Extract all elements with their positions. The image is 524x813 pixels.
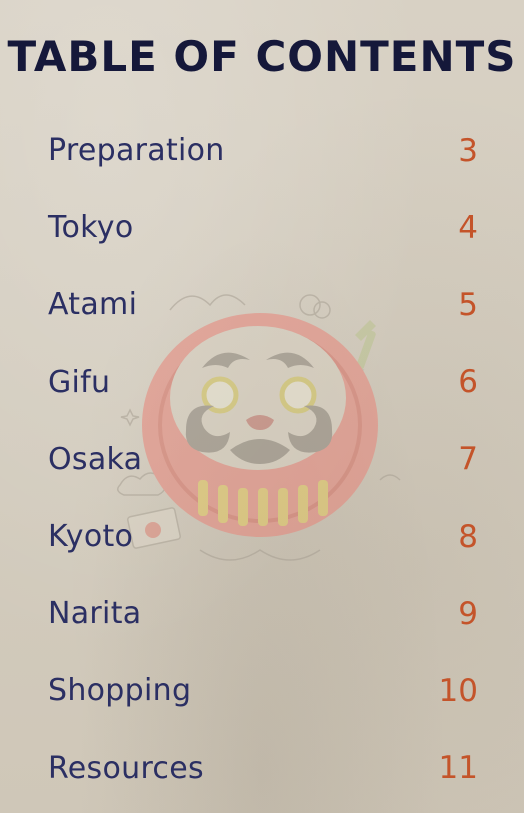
toc-item-page-number: 10 xyxy=(438,672,478,709)
toc-item-narita[interactable]: Narita 9 xyxy=(48,575,478,652)
toc-item-tokyo[interactable]: Tokyo 4 xyxy=(48,189,478,266)
toc-item-resources[interactable]: Resources 11 xyxy=(48,730,478,807)
page-title: TABLE OF CONTENTS xyxy=(7,32,517,81)
toc-item-page-number: 5 xyxy=(458,286,478,323)
table-of-contents: Preparation 3 Tokyo 4 Atami 5 Gifu 6 Osa… xyxy=(48,112,478,807)
toc-item-shopping[interactable]: Shopping 10 xyxy=(48,652,478,729)
toc-item-preparation[interactable]: Preparation 3 xyxy=(48,112,478,189)
toc-item-gifu[interactable]: Gifu 6 xyxy=(48,344,478,421)
toc-item-label: Narita xyxy=(48,596,142,632)
toc-item-page-number: 4 xyxy=(458,209,478,246)
toc-item-page-number: 9 xyxy=(458,595,478,632)
toc-item-label: Tokyo xyxy=(48,210,134,246)
toc-item-label: Atami xyxy=(48,287,138,323)
toc-item-label: Preparation xyxy=(48,133,225,169)
toc-item-label: Shopping xyxy=(48,673,192,709)
toc-item-osaka[interactable]: Osaka 7 xyxy=(48,421,478,498)
toc-item-kyoto[interactable]: Kyoto 8 xyxy=(48,498,478,575)
toc-item-atami[interactable]: Atami 5 xyxy=(48,266,478,343)
toc-item-label: Osaka xyxy=(48,441,143,477)
toc-item-page-number: 3 xyxy=(458,132,478,169)
toc-item-label: Kyoto xyxy=(48,519,134,555)
toc-item-label: Resources xyxy=(48,750,204,786)
toc-item-label: Gifu xyxy=(48,364,111,400)
toc-item-page-number: 6 xyxy=(458,364,478,401)
toc-item-page-number: 11 xyxy=(438,750,478,787)
toc-item-page-number: 8 xyxy=(458,518,478,555)
toc-item-page-number: 7 xyxy=(458,441,478,478)
